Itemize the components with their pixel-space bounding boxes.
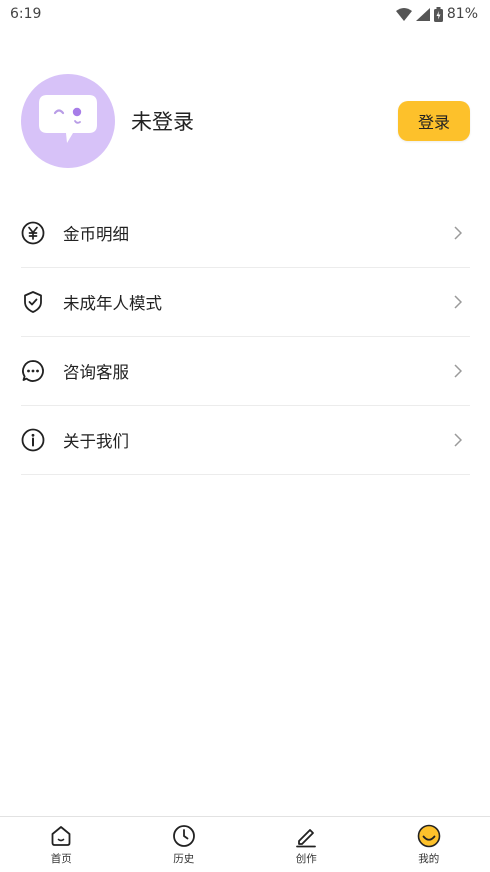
tab-label: 首页: [51, 851, 72, 866]
battery-icon: [434, 7, 443, 22]
smiley-icon: [417, 824, 441, 848]
tab-label: 创作: [296, 851, 317, 866]
tab-create[interactable]: 创作: [245, 817, 368, 872]
tab-label: 我的: [418, 851, 439, 866]
battery-percent: 81%: [447, 6, 478, 22]
chevron-right-icon: [450, 364, 466, 378]
tab-home[interactable]: 首页: [0, 817, 123, 872]
chevron-right-icon: [450, 295, 466, 309]
signal-icon: [416, 8, 430, 21]
menu-item-label: 未成年人模式: [63, 290, 450, 314]
wifi-icon: [396, 8, 412, 21]
menu-item-minor-mode[interactable]: 未成年人模式: [21, 268, 470, 337]
username: 未登录: [131, 106, 398, 136]
tab-mine[interactable]: 我的: [368, 817, 490, 872]
menu-item-about[interactable]: 关于我们: [21, 406, 470, 475]
profile-header: 未登录 登录: [21, 74, 470, 168]
tab-label: 历史: [173, 851, 194, 866]
status-bar: 6:19 81%: [0, 0, 490, 28]
bottom-tab-bar: 首页 历史 创作 我的: [0, 816, 490, 872]
menu-item-customer-service[interactable]: 咨询客服: [21, 337, 470, 406]
pencil-icon: [294, 824, 318, 848]
menu-item-label: 关于我们: [63, 428, 450, 452]
chat-bubble-face-icon: [37, 91, 99, 151]
menu-item-label: 咨询客服: [63, 359, 450, 383]
tab-history[interactable]: 历史: [123, 817, 246, 872]
home-icon: [49, 824, 73, 848]
chat-dots-icon: [21, 359, 45, 383]
avatar[interactable]: [21, 74, 115, 168]
chevron-right-icon: [450, 433, 466, 447]
info-circle-icon: [21, 428, 45, 452]
clock-icon: [172, 824, 196, 848]
login-button[interactable]: 登录: [398, 101, 470, 141]
chevron-right-icon: [450, 226, 466, 240]
status-indicators: 81%: [396, 6, 478, 22]
settings-menu: 金币明细 未成年人模式 咨询客服 关于我们: [21, 199, 470, 475]
yen-coin-icon: [21, 221, 45, 245]
status-time: 6:19: [10, 6, 41, 22]
menu-item-label: 金币明细: [63, 221, 450, 245]
shield-check-icon: [21, 290, 45, 314]
menu-item-coins[interactable]: 金币明细: [21, 199, 470, 268]
